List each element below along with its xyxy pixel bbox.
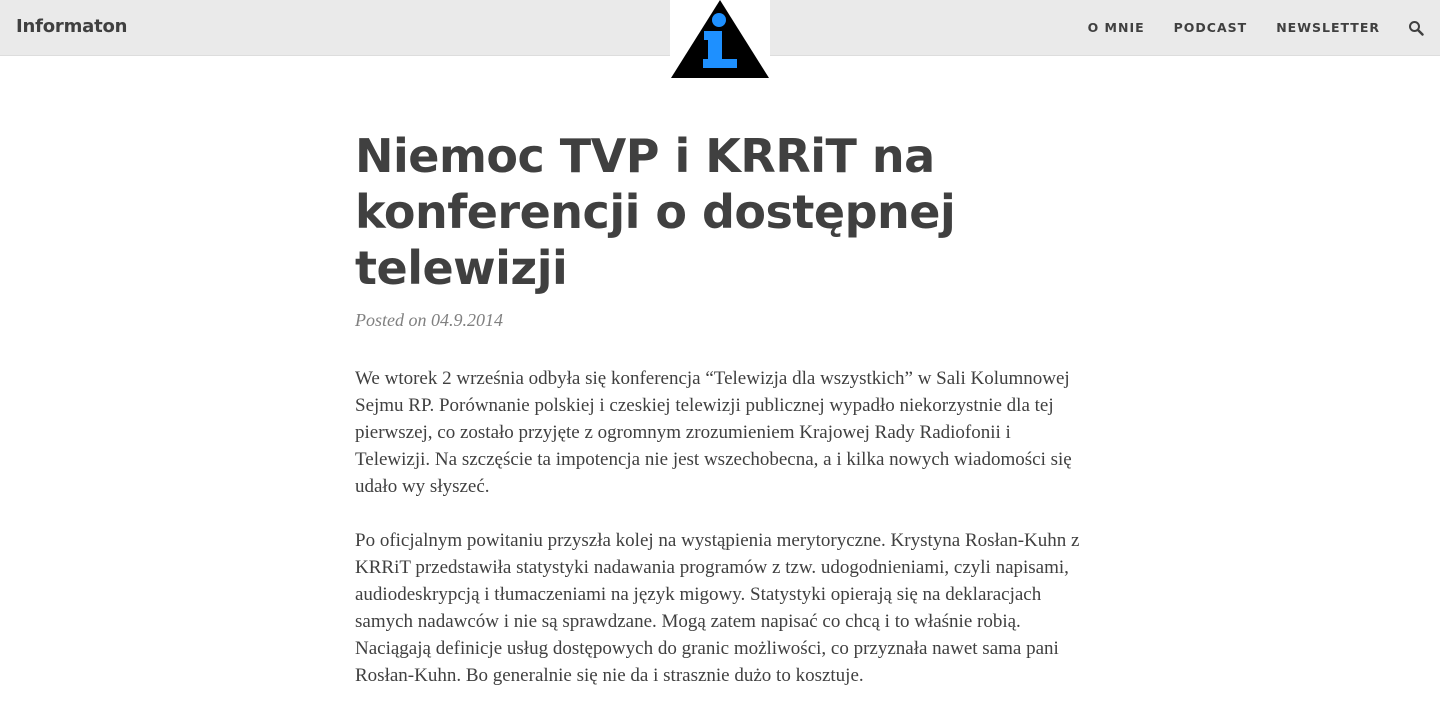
info-triangle-logo[interactable] (670, 0, 770, 80)
post-title: Niemoc TVP i KRRiT na konferencji o dost… (355, 129, 956, 295)
post-meta: Posted on 04.9.2014 (355, 310, 503, 330)
search-icon (1409, 21, 1424, 36)
search-button[interactable] (1408, 20, 1424, 36)
navbar: Informaton O MNIE PODCAST NEWSLETTER (0, 0, 1440, 80)
logo-graphic (671, 0, 769, 78)
nav-link-newsletter[interactable]: NEWSLETTER (1276, 20, 1380, 35)
post-body: We wtorek 2 września odbyła się konferen… (355, 365, 1090, 689)
main-nav: O MNIE PODCAST NEWSLETTER (1088, 20, 1380, 35)
nav-link-podcast[interactable]: PODCAST (1174, 20, 1248, 35)
blog-post: Niemoc TVP i KRRiT na konferencji o dost… (355, 128, 1090, 716)
site-brand-link[interactable]: Informaton (16, 16, 127, 37)
nav-link-o-mnie[interactable]: O MNIE (1088, 20, 1145, 35)
post-paragraph: We wtorek 2 września odbyła się konferen… (355, 368, 1072, 497)
post-paragraph: Po oficjalnym powitaniu przyszła kolej n… (355, 530, 1080, 686)
